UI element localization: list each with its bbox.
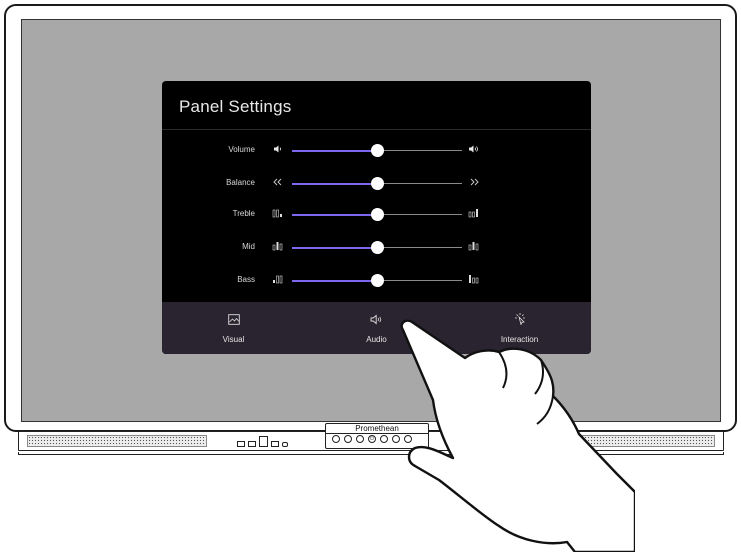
balance-slider-fill: [292, 182, 377, 185]
mid-high-icon[interactable]: [466, 240, 482, 256]
back-button-icon[interactable]: [356, 435, 364, 443]
home-button-icon[interactable]: [344, 435, 352, 443]
mid-slider-fill: [292, 246, 377, 249]
treble-low-icon[interactable]: [270, 207, 286, 223]
slider-label-bass: Bass: [237, 275, 255, 284]
slider-label-volume: Volume: [228, 145, 255, 154]
power-button-icon[interactable]: ⏻: [368, 435, 376, 443]
balance-slider[interactable]: [292, 177, 462, 190]
title-divider: [162, 129, 591, 130]
slider-label-treble: Treble: [232, 209, 255, 218]
chevron-left-double-icon[interactable]: [270, 176, 286, 192]
tab-visual-label: Visual: [222, 335, 245, 344]
treble-slider-thumb[interactable]: [370, 208, 384, 221]
bass-slider-thumb[interactable]: [370, 274, 384, 287]
panel-title: Panel Settings: [179, 97, 292, 116]
bass-low-icon[interactable]: [270, 273, 286, 289]
mid-slider[interactable]: [292, 241, 462, 254]
panel-settings-dialog: Panel Settings Volume Balance Treble Mid…: [162, 81, 591, 354]
balance-slider-thumb[interactable]: [370, 177, 384, 190]
front-ports: [237, 436, 288, 447]
usb-port-icon: [237, 441, 245, 447]
usb-port-icon: [248, 441, 256, 447]
slider-row-bass: Bass: [162, 272, 591, 290]
speaker-grille-left: [27, 435, 207, 447]
volume-slider-fill: [292, 149, 377, 152]
treble-slider-fill: [292, 213, 377, 216]
slider-row-balance: Balance: [162, 175, 591, 193]
audio-port-icon: [282, 442, 288, 447]
bass-slider[interactable]: [292, 274, 462, 287]
treble-slider[interactable]: [292, 208, 462, 221]
slider-row-treble: Treble: [162, 206, 591, 224]
volume-high-icon[interactable]: [466, 143, 482, 159]
bass-high-icon[interactable]: [466, 273, 482, 289]
volume-slider-thumb[interactable]: [370, 144, 384, 157]
slider-row-volume: Volume: [162, 142, 591, 160]
slider-label-mid: Mid: [242, 242, 255, 251]
hdmi-port-icon: [259, 436, 268, 447]
picture-icon: [162, 312, 305, 326]
mid-slider-thumb[interactable]: [370, 241, 384, 254]
volume-low-icon[interactable]: [270, 143, 286, 159]
volume-down-button-icon[interactable]: [380, 435, 388, 443]
treble-high-icon[interactable]: [466, 207, 482, 223]
pointing-hand-icon: [400, 319, 635, 552]
mid-low-icon[interactable]: [270, 240, 286, 256]
slider-label-balance: Balance: [226, 178, 255, 187]
slider-row-mid: Mid: [162, 239, 591, 257]
input-button-icon[interactable]: [332, 435, 340, 443]
chevron-right-double-icon[interactable]: [466, 176, 482, 192]
bass-slider-fill: [292, 279, 377, 282]
tab-visual[interactable]: Visual: [162, 302, 305, 354]
usb-port-icon: [271, 441, 279, 447]
volume-slider[interactable]: [292, 144, 462, 157]
